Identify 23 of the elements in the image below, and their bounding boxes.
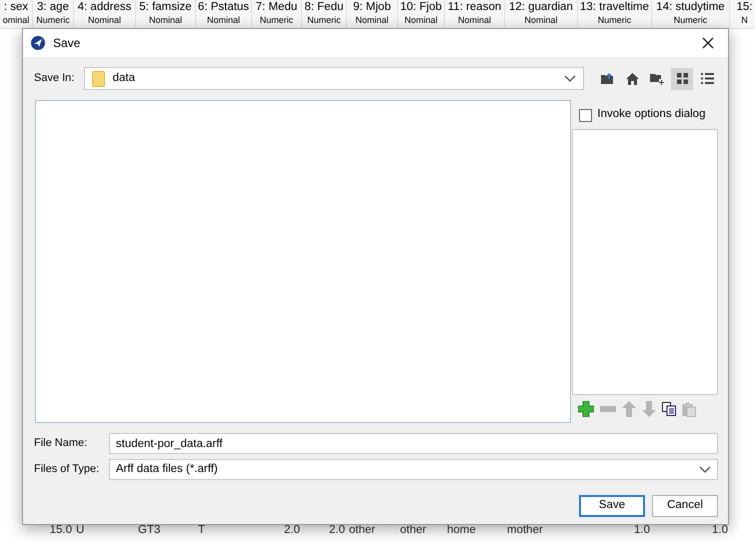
table-cell-text: home [447,523,476,538]
window-title: Save [53,35,80,52]
table-cell-text: 2.0 [284,523,300,538]
table-cell-text: 15.0 [50,523,72,538]
table-cell-text: other [400,523,426,538]
save-in-dropdown[interactable]: data [84,67,584,90]
invoke-options-checkbox[interactable]: Invoke options dialog [572,100,718,129]
file-name-field[interactable]: student-por_data.arff [108,433,718,454]
dialog-button[interactable]: Save [579,495,645,517]
file-type-dropdown[interactable]: Arff data files (*.arff) [108,459,718,480]
table-cell-text: 2.0 [329,523,345,538]
table-cell-text: other [349,523,376,538]
save-in-label: Save In: [34,71,76,86]
file-name-label: File Name: [34,436,88,452]
table-cell-text: mother [507,523,543,538]
table-cell-text: GT3 [138,523,160,538]
table-cell-text: 1.0 [634,523,650,538]
table-cell-text: 1.0 [712,523,728,538]
column-header[interactable]: 15: N [730,0,755,28]
table-cell-text: U [76,523,84,538]
dialog-button[interactable]: Cancel [652,495,718,517]
file-type-label: Files of Type: [34,462,100,478]
table-cell-text: T [198,523,206,538]
